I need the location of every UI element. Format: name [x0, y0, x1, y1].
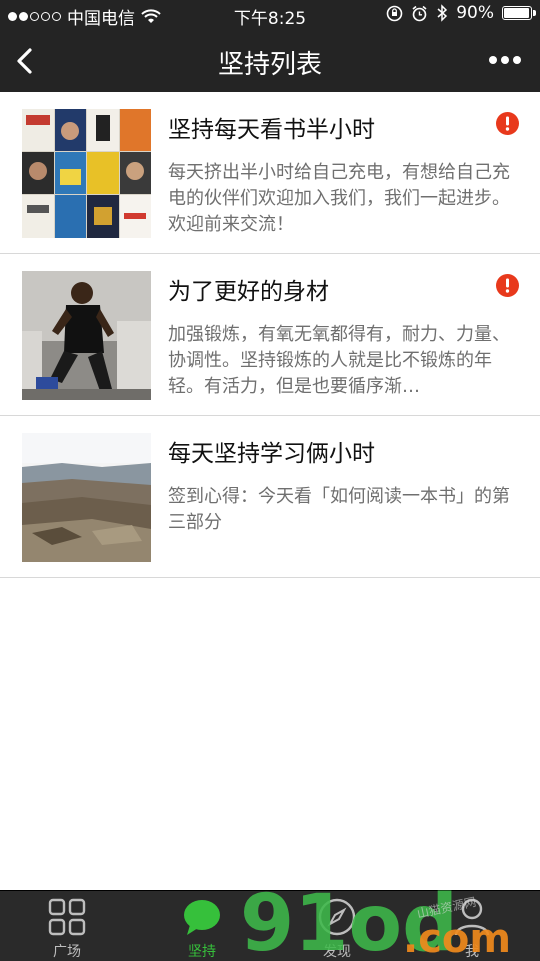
tab-discover[interactable]: 发现: [297, 891, 377, 961]
item-title: 为了更好的身材: [168, 279, 329, 305]
list-item[interactable]: 为了更好的身材 加强锻炼，有氧无氧都得有，耐力、力量、协调性。坚持锻炼的人就是比…: [0, 254, 540, 416]
gym-photo-thumbnail: [22, 271, 151, 400]
tab-bar: 广场 坚持 发现 我: [0, 890, 540, 961]
alert-icon: [496, 274, 519, 297]
tab-me[interactable]: 我: [432, 891, 512, 961]
list-item[interactable]: 坚持每天看书半小时 每天挤出半小时给自己充电，有想给自己充电的伙伴们欢迎加入我们…: [0, 92, 540, 254]
page-title: 坚持列表: [217, 50, 322, 80]
bluetooth-icon: [437, 4, 448, 22]
tab-label: 坚持: [188, 944, 216, 960]
item-description: 签到心得：今天看「如何阅读一本书」的第三部分: [168, 486, 510, 533]
nav-bar: 坚持列表: [0, 30, 540, 92]
item-title: 每天坚持学习俩小时: [168, 441, 375, 467]
item-description: 加强锻炼，有氧无氧都得有，耐力、力量、协调性。坚持锻炼的人就是比不锻炼的年轻。有…: [168, 324, 510, 397]
tab-square[interactable]: 广场: [27, 891, 107, 961]
alarm-icon: [412, 5, 427, 21]
battery-percent: 90%: [456, 3, 494, 23]
list-item[interactable]: 每天坚持学习俩小时 签到心得：今天看「如何阅读一本书」的第三部分: [0, 416, 540, 578]
book-covers-thumbnail: [22, 109, 151, 238]
grid-icon: [48, 898, 86, 936]
item-title: 坚持每天看书半小时: [168, 117, 375, 143]
rotation-lock-icon: [386, 5, 403, 21]
battery-icon: [502, 6, 536, 20]
status-right: 90%: [386, 3, 536, 23]
status-bar: 中国电信 下午8:25 90%: [0, 0, 540, 30]
tab-label: 发现: [323, 944, 351, 960]
alert-icon: [496, 112, 519, 135]
person-icon: [454, 898, 490, 936]
chat-bubble-icon: [184, 900, 220, 935]
persistence-list: 坚持每天看书半小时 每天挤出半小时给自己充电，有想给自己充电的伙伴们欢迎加入我们…: [0, 92, 540, 578]
item-description: 每天挤出半小时给自己充电，有想给自己充电的伙伴们欢迎加入我们，我们一起进步。欢迎…: [168, 162, 510, 235]
compass-icon: [318, 898, 356, 936]
tab-label: 广场: [53, 944, 81, 960]
tab-persist[interactable]: 坚持: [162, 891, 242, 961]
tab-label: 我: [465, 944, 479, 960]
canyon-photo-thumbnail: [22, 433, 151, 562]
more-options-icon[interactable]: [488, 54, 522, 66]
